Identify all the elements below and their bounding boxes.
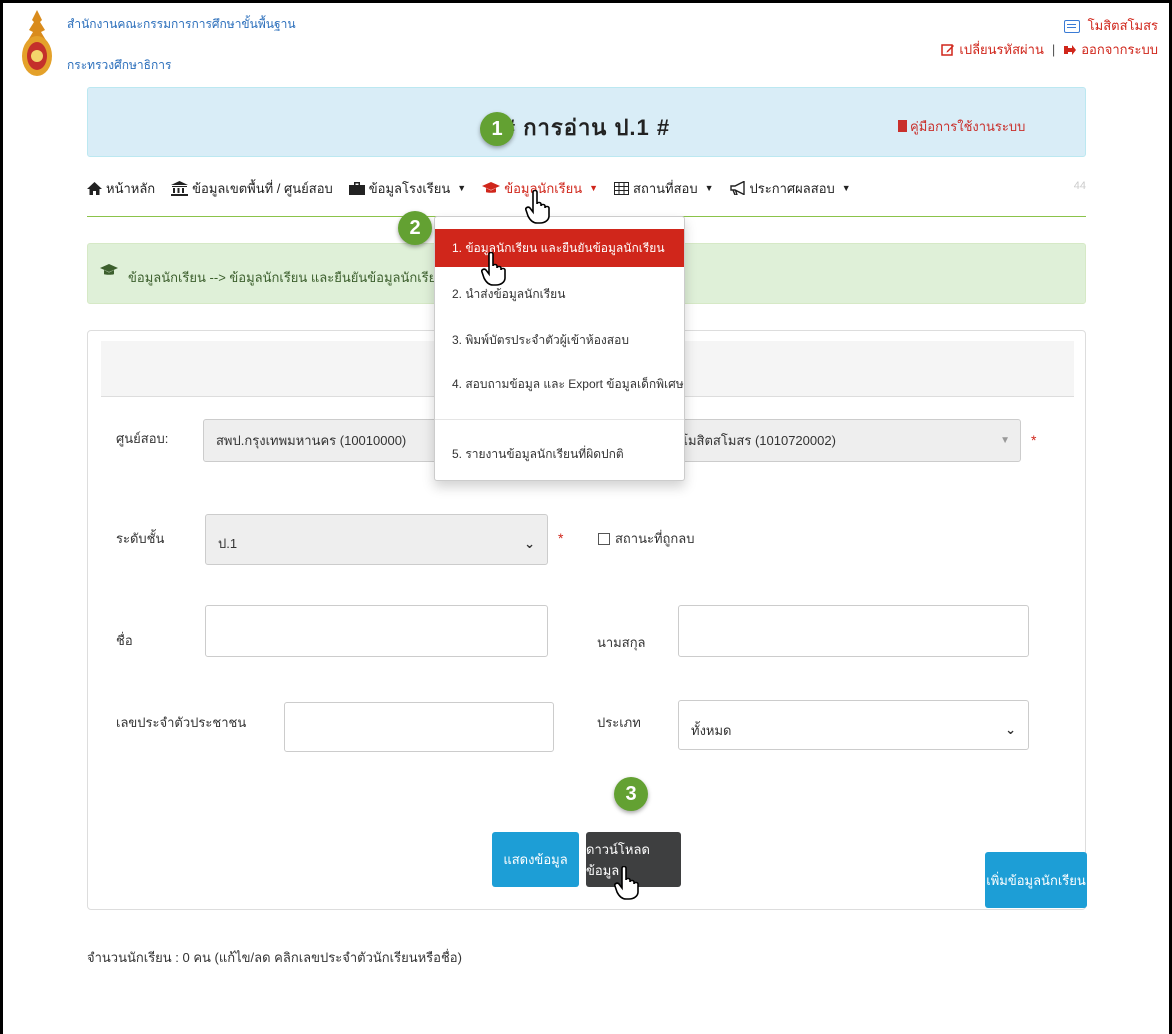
hand-cursor-icon <box>614 866 639 900</box>
id-card-icon <box>1063 19 1080 33</box>
nav-results-label: ประกาศผลสอบ <box>749 180 835 196</box>
nav-area-center-label: ข้อมูลเขตพื้นที่ / ศูนย์สอบ <box>192 180 333 196</box>
graduation-cap-icon <box>482 181 501 193</box>
table-icon <box>614 181 630 195</box>
menu-item-student-data[interactable]: 1. ข้อมูลนักเรียน และยืนยันข้อมูลนักเรีย… <box>435 229 684 267</box>
logout-icon <box>1064 45 1077 55</box>
level-select-value: ป.1 <box>218 536 238 551</box>
checkbox-box[interactable] <box>598 532 610 545</box>
change-password-link[interactable]: เปลี่ยนรหัสผ่าน <box>959 38 1043 62</box>
first-name-field[interactable] <box>205 605 548 657</box>
type-label: ประเภท <box>597 715 641 730</box>
level-label: ระดับชั้น <box>116 531 165 546</box>
breadcrumb-text: ข้อมูลนักเรียน --> ข้อมูลนักเรียน และยืน… <box>128 270 446 285</box>
show-data-button[interactable]: แสดงข้อมูล <box>492 832 579 887</box>
menu-item-print-card[interactable]: 3. พิมพ์บัตรประจำตัวผู้เข้าห้องสอบ <box>435 321 684 359</box>
school-select[interactable]: โมสิตสโมสร (1010720002) ▼ <box>668 419 1021 462</box>
page-banner: # การอ่าน ป.1 # คู่มือการใช้งานระบบ <box>87 87 1086 157</box>
last-name-field[interactable] <box>678 605 1029 657</box>
step-marker-2: 2 <box>398 211 432 245</box>
nav-school[interactable]: ข้อมูลโรงเรียน ▼ <box>348 178 467 199</box>
nav-home[interactable]: หน้าหลัก <box>87 178 155 199</box>
citizen-id-field[interactable] <box>284 702 554 752</box>
chevron-down-icon: ⌄ <box>1005 722 1016 737</box>
type-select[interactable]: ทั้งหมด ⌄ <box>678 700 1029 750</box>
nav-counter: 44 <box>1073 180 1086 192</box>
home-icon <box>87 181 102 195</box>
center-label: ศูนย์สอบ: <box>116 431 169 446</box>
nav-area-center[interactable]: ข้อมูลเขตพื้นที่ / ศูนย์สอบ <box>171 178 333 199</box>
graduation-cap-icon <box>100 264 118 275</box>
dropdown-arrow-icon: ▼ <box>1000 435 1010 446</box>
manual-link[interactable]: คู่มือการใช้งานระบบ <box>898 116 1025 137</box>
nav-venue-label: สถานที่สอบ <box>633 180 698 196</box>
nav-venue[interactable]: สถานที่สอบ ▼ <box>614 178 714 199</box>
book-icon <box>898 120 907 132</box>
first-name-label: ชื่อ <box>116 633 133 648</box>
hand-cursor-icon <box>525 190 550 224</box>
required-mark: * <box>558 530 564 546</box>
menu-item-abnormal-report[interactable]: 5. รายงานข้อมูลนักเรียนที่ผิดปกติ <box>435 435 684 473</box>
user-name-link[interactable]: โมสิตสโมสร <box>1088 14 1158 38</box>
main-navbar: หน้าหลัก ข้อมูลเขตพื้นที่ / ศูนย์สอบ ข้อ… <box>87 160 1086 217</box>
deleted-status-label: สถานะที่ถูกลบ <box>615 531 695 546</box>
org-name-line2: กระทรวงศึกษาธิการ <box>67 58 172 72</box>
menu-item-export-special[interactable]: 4. สอบถามข้อมูล และ Export ข้อมูลเด็กพิเ… <box>435 365 684 403</box>
center-select-value: สพป.กรุงเทพมหานคร (10010000) <box>216 433 407 448</box>
type-select-value: ทั้งหมด <box>691 722 732 738</box>
hand-cursor-icon <box>481 252 506 286</box>
last-name-label: นามสกุล <box>597 635 646 650</box>
step-marker-1: 1 <box>480 112 514 146</box>
caret-down-icon: ▼ <box>589 183 599 193</box>
nav-results[interactable]: ประกาศผลสอบ ▼ <box>729 178 851 199</box>
menu-divider <box>435 419 684 420</box>
briefcase-icon <box>348 181 365 195</box>
user-menu: โมสิตสโมสร เปลี่ยนรหัสผ่าน | ออกจากระบบ <box>941 14 1158 62</box>
add-student-button[interactable]: เพิ่มข้อมูลนักเรียน <box>985 852 1087 908</box>
deleted-status-checkbox[interactable]: สถานะที่ถูกลบ <box>598 528 695 549</box>
level-select[interactable]: ป.1 ⌄ <box>205 514 548 565</box>
caret-down-icon: ▼ <box>841 183 851 193</box>
citizen-id-label: เลขประจำตัวประชาชน <box>116 715 247 730</box>
step-marker-3: 3 <box>614 777 648 811</box>
caret-down-icon: ▼ <box>457 183 467 193</box>
student-dropdown-menu: 1. ข้อมูลนักเรียน และยืนยันข้อมูลนักเรีย… <box>434 216 685 481</box>
center-select[interactable]: สพป.กรุงเทพมหานคร (10010000) <box>203 419 448 462</box>
logout-link[interactable]: ออกจากระบบ <box>1081 38 1158 62</box>
caret-down-icon: ▼ <box>704 183 714 193</box>
nav-home-label: หน้าหลัก <box>106 180 156 196</box>
edit-icon <box>941 44 955 56</box>
manual-link-label: คู่มือการใช้งานระบบ <box>910 119 1026 134</box>
school-select-value: โมสิตสโมสร (1010720002) <box>681 433 836 448</box>
institution-icon <box>171 180 189 196</box>
bullhorn-icon <box>729 181 745 195</box>
org-name-line1: สำนักงานคณะกรรมการการศึกษาขั้นพื้นฐาน <box>67 17 296 31</box>
ministry-logo <box>22 10 52 76</box>
nav-school-label: ข้อมูลโรงเรียน <box>368 180 451 196</box>
header-separator: | <box>1051 42 1056 57</box>
required-mark: * <box>1031 432 1037 448</box>
menu-item-submit-data[interactable]: 2. นำส่งข้อมูลนักเรียน <box>435 275 684 313</box>
chevron-down-icon: ⌄ <box>524 535 535 551</box>
student-count-text: จำนวนนักเรียน : 0 คน (แก้ไข/ลด คลิกเลขปร… <box>87 950 462 965</box>
